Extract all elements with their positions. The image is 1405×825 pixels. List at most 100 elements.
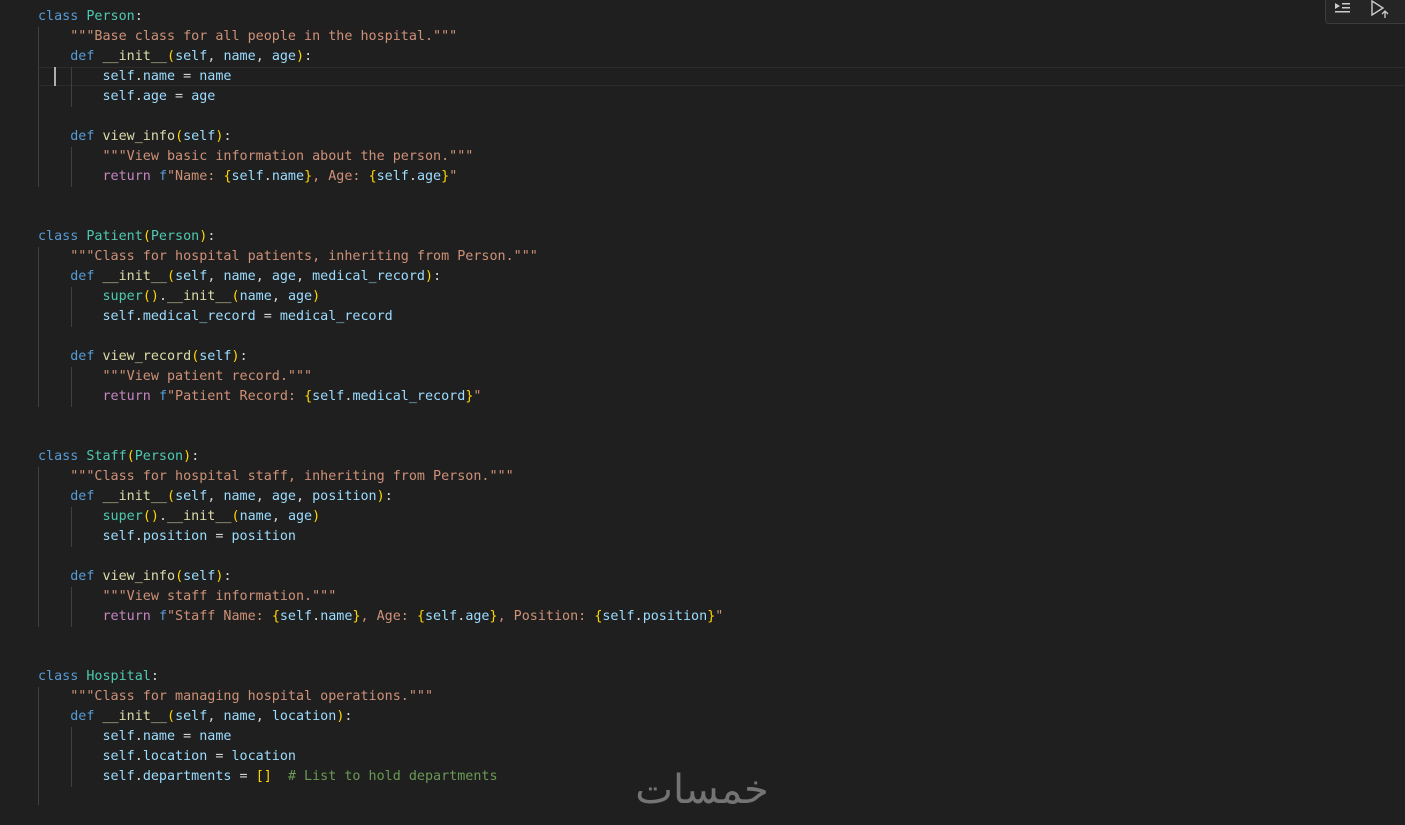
code-token: , Age: xyxy=(360,609,417,624)
code-token: Person xyxy=(150,229,200,244)
code-token: . xyxy=(134,529,143,544)
code-token: age xyxy=(287,509,313,524)
code-token: age xyxy=(287,289,313,304)
code-line[interactable]: return f"Staff Name: {self.name}, Age: {… xyxy=(38,607,724,627)
code-token: . xyxy=(263,169,272,184)
code-line[interactable]: """Class for hospital patients, inheriti… xyxy=(38,247,538,267)
current-line-highlight xyxy=(38,67,1405,86)
execute-cell-button[interactable] xyxy=(1366,0,1390,19)
code-token: return xyxy=(102,609,151,624)
code-token: name xyxy=(223,49,256,64)
code-token: self xyxy=(102,749,135,764)
code-token: ) xyxy=(312,509,321,524)
code-token: ( xyxy=(231,509,240,524)
code-token: age xyxy=(142,89,167,104)
code-line[interactable]: def __init__(self, name, location): xyxy=(38,707,352,727)
code-line[interactable]: return f"Name: {self.name}, Age: {self.a… xyxy=(38,167,458,187)
code-token: class xyxy=(38,669,79,684)
code-token: : xyxy=(207,229,216,244)
code-token: location xyxy=(231,749,297,764)
code-line[interactable]: self.medical_record = medical_record xyxy=(38,307,393,327)
run-by-line-button[interactable] xyxy=(1330,0,1354,19)
code-line[interactable]: """View basic information about the pers… xyxy=(38,147,474,167)
code-token: " xyxy=(715,609,724,624)
code-token: """View patient record.""" xyxy=(102,369,313,384)
code-token: class xyxy=(38,229,79,244)
code-token: { xyxy=(304,389,313,404)
code-token: ( xyxy=(142,229,151,244)
code-line[interactable]: """Class for managing hospital operation… xyxy=(38,687,433,707)
code-line[interactable]: self.departments = [] # List to hold dep… xyxy=(38,767,498,787)
code-line[interactable]: self.name = name xyxy=(38,67,232,87)
code-token: f xyxy=(158,389,167,404)
code-line[interactable]: class Patient(Person): xyxy=(38,227,215,247)
code-line[interactable]: """Base class for all people in the hosp… xyxy=(38,27,457,47)
code-token: name xyxy=(142,729,176,744)
code-token: medical_record xyxy=(312,269,425,284)
code-token: """Class for managing hospital operation… xyxy=(70,689,434,704)
code-token: Staff xyxy=(86,449,127,464)
code-line[interactable]: return f"Patient Record: {self.medical_r… xyxy=(38,387,482,407)
code-line[interactable]: self.age = age xyxy=(38,87,216,107)
code-token: age xyxy=(191,89,216,104)
code-token: name xyxy=(142,69,176,84)
code-line[interactable]: def view_info(self): xyxy=(38,567,231,587)
code-token: def xyxy=(70,49,95,64)
code-token: , xyxy=(255,489,272,504)
code-line[interactable]: """View patient record.""" xyxy=(38,367,313,387)
code-line[interactable]: self.position = position xyxy=(38,527,297,547)
code-token: position xyxy=(642,609,708,624)
code-token: ) xyxy=(150,509,159,524)
code-line[interactable]: super().__init__(name, age) xyxy=(38,507,321,527)
code-token: ) xyxy=(425,269,434,284)
code-token: . xyxy=(134,729,143,744)
code-line[interactable]: self.name = name xyxy=(38,727,232,747)
code-line[interactable]: class Hospital: xyxy=(38,667,159,687)
code-line[interactable]: def __init__(self, name, age, position): xyxy=(38,487,393,507)
code-token: = xyxy=(167,89,192,104)
code-token: : xyxy=(150,669,159,684)
code-line[interactable]: class Person: xyxy=(38,7,143,27)
code-token: self xyxy=(231,169,264,184)
code-token: = xyxy=(175,69,200,84)
code-line[interactable]: """View staff information.""" xyxy=(38,587,337,607)
code-line[interactable]: """Class for hospital staff, inheriting … xyxy=(38,467,514,487)
code-token: __init__ xyxy=(102,269,168,284)
code-token: name xyxy=(271,169,305,184)
code-token: self xyxy=(175,269,208,284)
execute-cell-icon xyxy=(1366,0,1390,19)
code-token: "Patient Record: xyxy=(167,389,305,404)
code-line[interactable]: def view_record(self): xyxy=(38,347,247,367)
code-token: super xyxy=(102,289,143,304)
code-line[interactable]: super().__init__(name, age) xyxy=(38,287,321,307)
code-token: , xyxy=(207,49,224,64)
code-token: age xyxy=(416,169,442,184)
code-token: ) xyxy=(150,289,159,304)
cell-toolbar xyxy=(1325,0,1405,24)
code-token: def xyxy=(70,709,95,724)
code-token: position xyxy=(312,489,377,504)
code-line[interactable]: self.location = location xyxy=(38,747,297,767)
code-token: = xyxy=(207,529,232,544)
code-token: . xyxy=(312,609,321,624)
code-line[interactable]: def __init__(self, name, age): xyxy=(38,47,312,67)
code-token: def xyxy=(70,349,95,364)
code-token: . xyxy=(134,749,143,764)
code-token: Person xyxy=(134,449,184,464)
code-editor[interactable]: class Person: """Base class for all peop… xyxy=(0,0,1405,825)
code-line[interactable]: class Staff(Person): xyxy=(38,447,199,467)
code-line[interactable]: def __init__(self, name, age, medical_re… xyxy=(38,267,441,287)
code-line[interactable]: def view_info(self): xyxy=(38,127,231,147)
code-token: . xyxy=(134,769,143,784)
code-token: """Class for hospital staff, inheriting … xyxy=(70,469,514,484)
